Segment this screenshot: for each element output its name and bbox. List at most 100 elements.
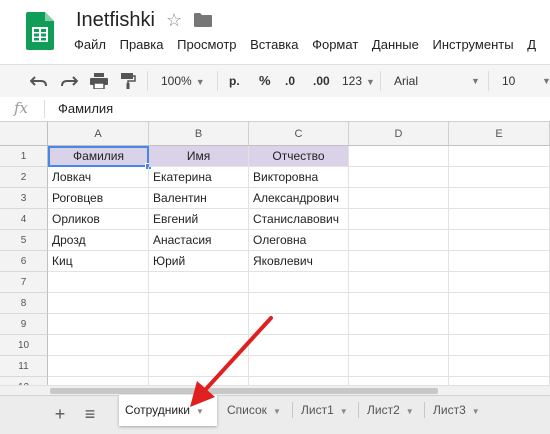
cell-c3[interactable]: Александрович xyxy=(249,188,349,209)
row-header-6[interactable]: 6 xyxy=(0,251,48,272)
cell-c12[interactable] xyxy=(249,377,349,385)
menu-addons[interactable]: Д xyxy=(527,37,536,52)
column-header-c[interactable]: C xyxy=(249,122,349,146)
increase-decimal-button[interactable]: .00 xyxy=(313,65,330,97)
cell-d3[interactable] xyxy=(349,188,449,209)
cell-b3[interactable]: Валентин xyxy=(149,188,249,209)
cell-a1[interactable]: Фамилия xyxy=(48,146,149,167)
tab-sotrudniki[interactable]: Сотрудники ▼ xyxy=(119,395,217,426)
redo-icon[interactable] xyxy=(60,74,78,88)
menu-insert[interactable]: Вставка xyxy=(250,37,298,52)
select-all-corner[interactable] xyxy=(0,122,48,146)
row-header-12[interactable]: 12 xyxy=(0,377,48,385)
row-header-1[interactable]: 1 xyxy=(0,146,48,167)
cell-b12[interactable] xyxy=(149,377,249,385)
chevron-down-icon[interactable]: ▼ xyxy=(406,407,414,416)
menu-file[interactable]: Файл xyxy=(74,37,106,52)
cell-c9[interactable] xyxy=(249,314,349,335)
scrollbar-thumb[interactable] xyxy=(50,388,438,394)
cell-b2[interactable]: Екатерина xyxy=(149,167,249,188)
column-header-e[interactable]: E xyxy=(449,122,550,146)
all-sheets-icon[interactable]: ≡ xyxy=(80,404,100,424)
cell-d2[interactable] xyxy=(349,167,449,188)
cell-d7[interactable] xyxy=(349,272,449,293)
row-header-7[interactable]: 7 xyxy=(0,272,48,293)
chevron-down-icon[interactable]: ▼ xyxy=(273,407,281,416)
cell-e2[interactable] xyxy=(449,167,550,188)
decrease-decimal-button[interactable]: .0 xyxy=(285,65,295,97)
cell-c7[interactable] xyxy=(249,272,349,293)
cell-b6[interactable]: Юрий xyxy=(149,251,249,272)
cell-c11[interactable] xyxy=(249,356,349,377)
cell-e4[interactable] xyxy=(449,209,550,230)
cell-d6[interactable] xyxy=(349,251,449,272)
cell-e7[interactable] xyxy=(449,272,550,293)
add-sheet-icon[interactable]: + xyxy=(50,404,70,424)
cell-d9[interactable] xyxy=(349,314,449,335)
number-format-select[interactable]: 123 ▼ xyxy=(342,65,375,97)
percent-format-button[interactable]: % xyxy=(259,65,271,97)
row-header-4[interactable]: 4 xyxy=(0,209,48,230)
paint-format-icon[interactable] xyxy=(120,73,136,89)
cell-c4[interactable]: Станиславович xyxy=(249,209,349,230)
tab-list1[interactable]: Лист1 ▼ xyxy=(295,396,355,424)
cell-b9[interactable] xyxy=(149,314,249,335)
cell-e3[interactable] xyxy=(449,188,550,209)
tab-spisok[interactable]: Список ▼ xyxy=(221,396,289,424)
column-header-b[interactable]: B xyxy=(149,122,249,146)
cell-d4[interactable] xyxy=(349,209,449,230)
row-header-3[interactable]: 3 xyxy=(0,188,48,209)
cell-a2[interactable]: Ловкач xyxy=(48,167,149,188)
cell-a9[interactable] xyxy=(48,314,149,335)
cell-a10[interactable] xyxy=(48,335,149,356)
currency-format-button[interactable]: р. xyxy=(229,65,240,97)
zoom-select[interactable]: 100% ▼ xyxy=(161,65,205,97)
star-icon[interactable]: ☆ xyxy=(166,10,182,31)
row-header-2[interactable]: 2 xyxy=(0,167,48,188)
cell-d12[interactable] xyxy=(349,377,449,385)
document-title[interactable]: Inetfishki xyxy=(76,9,155,32)
cell-b1[interactable]: Имя xyxy=(149,146,249,167)
font-select[interactable]: Arial ▼ xyxy=(394,65,480,97)
tab-list3[interactable]: Лист3 ▼ xyxy=(427,396,489,424)
print-icon[interactable] xyxy=(90,73,108,89)
menu-data[interactable]: Данные xyxy=(372,37,419,52)
cell-a12[interactable] xyxy=(48,377,149,385)
menu-format[interactable]: Формат xyxy=(312,37,358,52)
cell-e5[interactable] xyxy=(449,230,550,251)
cell-b8[interactable] xyxy=(149,293,249,314)
cell-e9[interactable] xyxy=(449,314,550,335)
cell-d5[interactable] xyxy=(349,230,449,251)
row-header-8[interactable]: 8 xyxy=(0,293,48,314)
cell-c10[interactable] xyxy=(249,335,349,356)
cell-e8[interactable] xyxy=(449,293,550,314)
cell-d8[interactable] xyxy=(349,293,449,314)
cell-d1[interactable] xyxy=(349,146,449,167)
cell-e10[interactable] xyxy=(449,335,550,356)
column-header-d[interactable]: D xyxy=(349,122,449,146)
cell-a8[interactable] xyxy=(48,293,149,314)
cell-c2[interactable]: Викторовна xyxy=(249,167,349,188)
cell-d10[interactable] xyxy=(349,335,449,356)
folder-icon[interactable] xyxy=(194,13,212,27)
chevron-down-icon[interactable]: ▼ xyxy=(196,407,204,416)
cell-d11[interactable] xyxy=(349,356,449,377)
menu-view[interactable]: Просмотр xyxy=(177,37,236,52)
row-header-10[interactable]: 10 xyxy=(0,335,48,356)
cell-a3[interactable]: Роговцев xyxy=(48,188,149,209)
cell-a11[interactable] xyxy=(48,356,149,377)
cell-b5[interactable]: Анастасия xyxy=(149,230,249,251)
cell-e6[interactable] xyxy=(449,251,550,272)
formula-input[interactable]: Фамилия xyxy=(58,101,113,116)
cell-c8[interactable] xyxy=(249,293,349,314)
cell-c6[interactable]: Яковлевич xyxy=(249,251,349,272)
menu-tools[interactable]: Инструменты xyxy=(433,37,514,52)
cell-e12[interactable] xyxy=(449,377,550,385)
sheets-logo-icon[interactable] xyxy=(26,12,54,50)
cell-e11[interactable] xyxy=(449,356,550,377)
tab-list2[interactable]: Лист2 ▼ xyxy=(361,396,421,424)
row-header-5[interactable]: 5 xyxy=(0,230,48,251)
cell-c1[interactable]: Отчество xyxy=(249,146,349,167)
cell-c5[interactable]: Олеговна xyxy=(249,230,349,251)
cell-a6[interactable]: Киц xyxy=(48,251,149,272)
